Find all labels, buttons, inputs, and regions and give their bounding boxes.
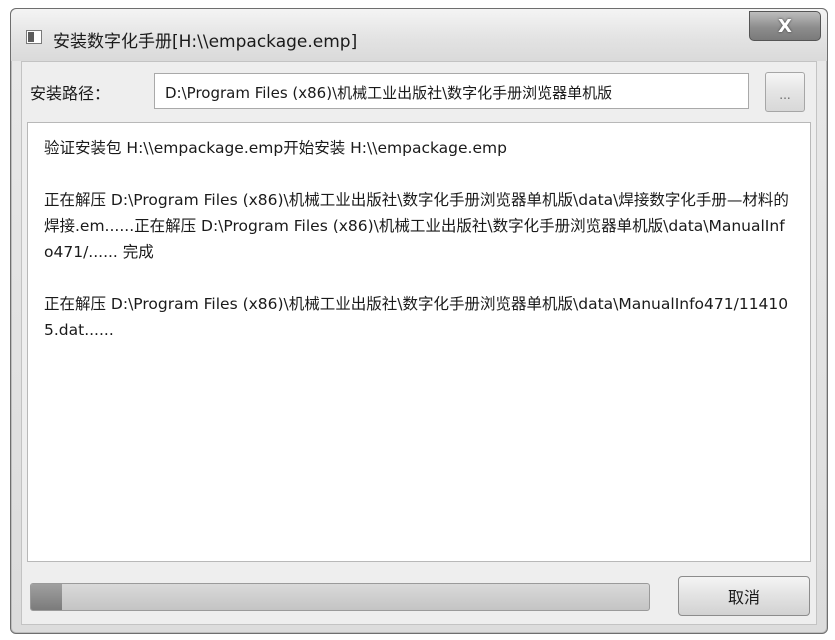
log-line: 正在解压 D:\Program Files (x86)\机械工业出版社\数字化手… [44,295,789,339]
browse-button-label: ... [779,88,791,102]
install-progress-fill [31,584,62,610]
log-line: 正在解压 D:\Program Files (x86)\机械工业出版社\数字化手… [44,191,789,261]
install-progress-bar [30,583,650,611]
installer-window: 安装数字化手册[H:\\empackage.emp] X 安装路径： D:\Pr… [10,8,828,634]
close-icon: X [778,15,792,37]
dialog-body: 安装路径： D:\Program Files (x86)\机械工业出版社\数字化… [21,61,817,625]
install-log: 验证安装包 H:\\empackage.emp开始安装 H:\\empackag… [27,122,811,562]
install-path-label: 安装路径： [30,84,111,103]
close-button[interactable]: X [749,11,821,41]
window-title: 安装数字化手册[H:\\empackage.emp] [53,32,358,52]
install-path-field[interactable]: D:\Program Files (x86)\机械工业出版社\数字化手册浏览器单… [154,73,749,109]
title-bar[interactable]: 安装数字化手册[H:\\empackage.emp] X [11,9,827,61]
cancel-button[interactable]: 取消 [678,576,810,616]
log-line: 验证安装包 H:\\empackage.emp开始安装 H:\\empackag… [44,139,507,157]
cancel-button-label: 取消 [727,588,760,607]
window-app-icon [26,30,42,44]
browse-button[interactable]: ... [765,72,805,112]
